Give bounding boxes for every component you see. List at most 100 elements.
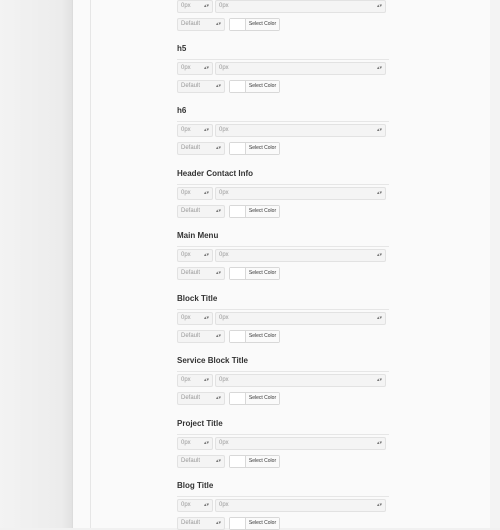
updown-icon: ▴▾ [376, 127, 382, 133]
font-size-value: 0px [181, 252, 191, 258]
scroll-edge [490, 0, 500, 528]
font-style-select[interactable]: Default ▴▾ [177, 330, 225, 343]
color-swatch[interactable] [230, 393, 246, 404]
updown-icon: ▴▾ [215, 145, 221, 151]
section-divider [177, 434, 389, 435]
font-style-value: Default [181, 83, 201, 89]
line-height-select[interactable]: 0px ▴▾ [215, 0, 386, 13]
updown-icon: ▴▾ [376, 315, 382, 321]
select-color-button[interactable]: Select Color [246, 206, 279, 217]
font-size-select[interactable]: 0px ▴▾ [177, 124, 213, 137]
section-heading: Main Menu [177, 231, 219, 240]
select-color-button[interactable]: Select Color [246, 456, 279, 467]
select-color-button[interactable]: Select Color [246, 19, 279, 30]
select-color-button[interactable]: Select Color [246, 518, 279, 529]
font-style-select[interactable]: Default ▴▾ [177, 392, 225, 405]
typography-section: Header Contact Info 0px ▴▾ 0px ▴▾ Default ▴▾ Se… [177, 169, 389, 218]
section-heading: Service Block Title [177, 356, 248, 365]
page-background [0, 0, 72, 528]
updown-icon: ▴▾ [203, 502, 209, 508]
font-style-select[interactable]: Default ▴▾ [177, 142, 225, 155]
section-heading: Blog Title [177, 481, 214, 490]
section-heading: h5 [177, 44, 187, 53]
select-color-button[interactable]: Select Color [246, 331, 279, 342]
font-style-select[interactable]: Default ▴▾ [177, 80, 225, 93]
select-color-button[interactable]: Select Color [246, 393, 279, 404]
updown-icon: ▴▾ [203, 65, 209, 71]
font-size-select[interactable]: 0px ▴▾ [177, 0, 213, 13]
line-height-value: 0px [219, 65, 229, 71]
font-size-select[interactable]: 0px ▴▾ [177, 374, 213, 387]
line-height-value: 0px [219, 502, 229, 508]
color-swatch[interactable] [230, 331, 246, 342]
line-height-select[interactable]: 0px ▴▾ [215, 249, 386, 262]
color-picker[interactable]: Select Color [229, 267, 280, 280]
font-size-select[interactable]: 0px ▴▾ [177, 249, 213, 262]
color-swatch[interactable] [230, 81, 246, 92]
font-size-value: 0px [181, 440, 191, 446]
color-swatch[interactable] [230, 19, 246, 30]
font-style-select[interactable]: Default ▴▾ [177, 267, 225, 280]
font-style-select[interactable]: Default ▴▾ [177, 455, 225, 468]
updown-icon: ▴▾ [203, 190, 209, 196]
select-color-button[interactable]: Select Color [246, 268, 279, 279]
select-color-button[interactable]: Select Color [246, 143, 279, 154]
line-height-select[interactable]: 0px ▴▾ [215, 437, 386, 450]
font-size-select[interactable]: 0px ▴▾ [177, 437, 213, 450]
updown-icon: ▴▾ [215, 333, 221, 339]
line-height-select[interactable]: 0px ▴▾ [215, 312, 386, 325]
color-picker[interactable]: Select Color [229, 18, 280, 31]
color-picker[interactable]: Select Color [229, 142, 280, 155]
font-style-value: Default [181, 520, 201, 526]
color-picker[interactable]: Select Color [229, 392, 280, 405]
updown-icon: ▴▾ [203, 440, 209, 446]
select-color-button[interactable]: Select Color [246, 81, 279, 92]
font-style-value: Default [181, 145, 201, 151]
typography-section: h5 0px ▴▾ 0px ▴▾ Default ▴▾ Select Color [177, 44, 389, 93]
updown-icon: ▴▾ [203, 315, 209, 321]
color-picker[interactable]: Select Color [229, 205, 280, 218]
line-height-value: 0px [219, 3, 229, 9]
updown-icon: ▴▾ [376, 377, 382, 383]
updown-icon: ▴▾ [203, 252, 209, 258]
font-style-select[interactable]: Default ▴▾ [177, 18, 225, 31]
color-swatch[interactable] [230, 143, 246, 154]
line-height-value: 0px [219, 190, 229, 196]
color-picker[interactable]: Select Color [229, 517, 280, 530]
section-divider [177, 184, 389, 185]
typography-section: Service Block Title 0px ▴▾ 0px ▴▾ Default ▴▾ Se… [177, 356, 389, 405]
color-picker[interactable]: Select Color [229, 80, 280, 93]
line-height-select[interactable]: 0px ▴▾ [215, 124, 386, 137]
color-picker[interactable]: Select Color [229, 455, 280, 468]
section-divider [177, 371, 389, 372]
color-swatch[interactable] [230, 456, 246, 467]
updown-icon: ▴▾ [376, 252, 382, 258]
font-size-select[interactable]: 0px ▴▾ [177, 312, 213, 325]
typography-section: Main Menu 0px ▴▾ 0px ▴▾ Default ▴▾ Select Color [177, 231, 389, 280]
line-height-value: 0px [219, 252, 229, 258]
color-swatch[interactable] [230, 268, 246, 279]
font-style-select[interactable]: Default ▴▾ [177, 205, 225, 218]
updown-icon: ▴▾ [376, 65, 382, 71]
color-swatch[interactable] [230, 206, 246, 217]
font-style-value: Default [181, 333, 201, 339]
font-style-value: Default [181, 270, 201, 276]
font-size-select[interactable]: 0px ▴▾ [177, 62, 213, 75]
section-divider [177, 309, 389, 310]
line-height-select[interactable]: 0px ▴▾ [215, 187, 386, 200]
font-style-select[interactable]: Default ▴▾ [177, 517, 225, 530]
color-swatch[interactable] [230, 518, 246, 529]
typography-section: Blog Title 0px ▴▾ 0px ▴▾ Default ▴▾ Select Colo… [177, 481, 389, 530]
color-picker[interactable]: Select Color [229, 330, 280, 343]
font-size-select[interactable]: 0px ▴▾ [177, 499, 213, 512]
section-heading: h6 [177, 106, 187, 115]
line-height-select[interactable]: 0px ▴▾ [215, 374, 386, 387]
line-height-select[interactable]: 0px ▴▾ [215, 499, 386, 512]
line-height-value: 0px [219, 127, 229, 133]
font-size-value: 0px [181, 190, 191, 196]
typography-section: Project Title 0px ▴▾ 0px ▴▾ Default ▴▾ Select C… [177, 419, 389, 468]
font-style-value: Default [181, 208, 201, 214]
font-size-select[interactable]: 0px ▴▾ [177, 187, 213, 200]
updown-icon: ▴▾ [215, 520, 221, 526]
line-height-select[interactable]: 0px ▴▾ [215, 62, 386, 75]
